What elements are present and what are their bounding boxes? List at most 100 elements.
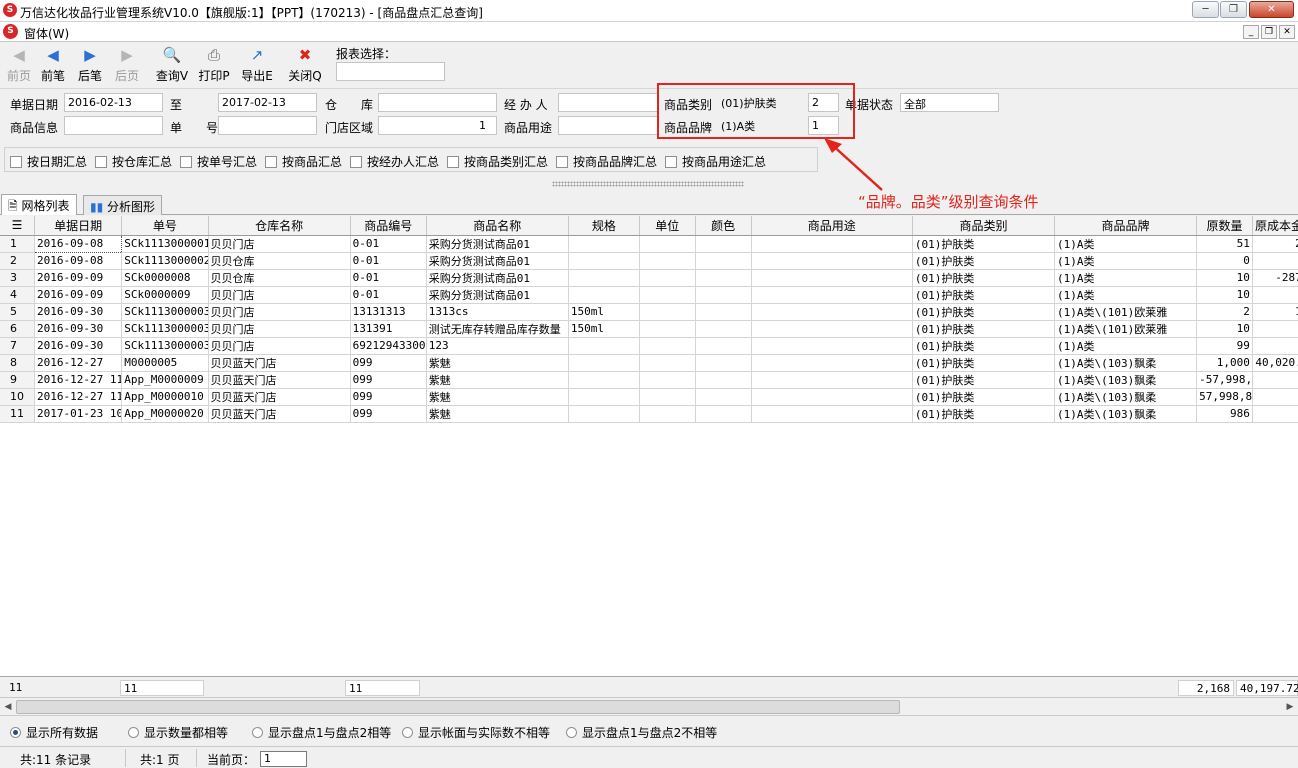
table-cell[interactable]: SCk1113000003 <box>121 303 209 321</box>
table-cell[interactable]: 0 <box>1252 371 1298 389</box>
table-cell[interactable] <box>639 320 696 338</box>
table-cell[interactable]: (01)护肤类 <box>912 388 1056 406</box>
menu-window[interactable]: 窗体(W) <box>24 25 69 42</box>
table-cell[interactable] <box>639 235 696 253</box>
col-header[interactable]: 单号 <box>121 216 209 236</box>
table-cell[interactable]: (1)A类\(103)飘柔 <box>1054 388 1198 406</box>
table-cell[interactable]: 0 <box>1252 320 1298 338</box>
product-info-input[interactable] <box>64 116 163 135</box>
group-by-docno-checkbox[interactable]: 按单号汇总 <box>180 153 257 170</box>
table-cell[interactable]: 2016-12-27 11 <box>34 371 123 389</box>
table-cell[interactable]: 0-01 <box>350 252 427 270</box>
close-window-button[interactable]: ✕ <box>1249 1 1294 18</box>
table-cell[interactable] <box>695 354 752 372</box>
col-header[interactable]: 商品名称 <box>426 216 569 236</box>
table-cell[interactable]: (01)护肤类 <box>912 235 1056 253</box>
scroll-right-icon[interactable]: ▶ <box>1283 701 1297 714</box>
group-by-warehouse-checkbox[interactable]: 按仓库汇总 <box>95 153 172 170</box>
table-cell[interactable]: App_M0000010 <box>121 388 209 406</box>
table-cell[interactable]: 贝贝蓝天门店 <box>208 354 351 372</box>
table-row[interactable]: 9 2016-12-27 11 App_M0000009 贝贝蓝天门店 099 紫魅 (01… <box>0 371 1298 389</box>
table-cell[interactable]: (01)护肤类 <box>912 371 1056 389</box>
col-header[interactable]: 原数量 <box>1196 216 1253 236</box>
table-cell[interactable] <box>695 269 752 287</box>
table-cell[interactable] <box>751 405 913 423</box>
table-cell[interactable]: (01)护肤类 <box>912 405 1056 423</box>
panel-splitter[interactable] <box>552 181 744 187</box>
table-cell[interactable]: 贝贝门店 <box>208 235 351 253</box>
table-cell[interactable]: 0-01 <box>350 286 427 304</box>
scroll-left-icon[interactable]: ◀ <box>1 701 15 714</box>
col-header[interactable]: 单位 <box>639 216 696 236</box>
table-cell[interactable]: 贝贝门店 <box>208 303 351 321</box>
doc-no-input[interactable] <box>218 116 317 135</box>
table-cell[interactable]: 2016-12-27 11 <box>34 388 123 406</box>
report-select-input[interactable] <box>336 62 445 81</box>
table-cell[interactable]: (01)护肤类 <box>912 337 1056 355</box>
table-cell[interactable]: 0 <box>1252 252 1298 270</box>
table-cell[interactable]: SCk1113000003 <box>121 320 209 338</box>
table-cell[interactable]: 2016-09-08 <box>34 252 123 270</box>
table-cell[interactable]: 贝贝仓库 <box>208 252 351 270</box>
table-cell[interactable] <box>639 371 696 389</box>
table-cell[interactable]: 1,000 <box>1196 354 1253 372</box>
table-cell[interactable]: 2016-12-27 <box>34 354 123 372</box>
table-cell[interactable] <box>568 269 640 287</box>
table-cell[interactable]: 10 <box>1196 320 1253 338</box>
table-cell[interactable]: 贝贝蓝天门店 <box>208 371 351 389</box>
table-cell[interactable]: (1)A类\(101)欧莱雅 <box>1054 320 1198 338</box>
col-header[interactable]: 商品品牌 <box>1054 216 1198 236</box>
minimize-button[interactable]: ─ <box>1192 1 1219 18</box>
table-cell[interactable] <box>639 286 696 304</box>
table-cell[interactable]: 150ml <box>568 320 640 338</box>
table-row[interactable]: 1 2016-09-08 SCk1113000001 贝贝门店 0-01 采购分货测试商品… <box>0 234 1298 253</box>
table-cell[interactable]: 2016-09-30 <box>34 320 123 338</box>
table-cell[interactable]: 测试无库存转赠品库存数量 <box>426 320 569 338</box>
table-cell[interactable] <box>568 252 640 270</box>
data-grid[interactable]: ☰ 单据日期 单号 仓库名称 商品编号 商品名称 规格 单位 颜色 商品用途 商… <box>0 216 1298 677</box>
tab-analysis-chart[interactable]: ▮▮ 分析图形 <box>83 195 163 215</box>
table-cell[interactable] <box>751 337 913 355</box>
table-cell[interactable]: 贝贝门店 <box>208 337 351 355</box>
table-cell[interactable]: 099 <box>350 354 427 372</box>
table-cell[interactable] <box>751 354 913 372</box>
table-cell[interactable]: 0 <box>1252 337 1298 355</box>
col-header[interactable]: 商品用途 <box>751 216 913 236</box>
table-cell[interactable]: (1)A类\(103)飘柔 <box>1054 371 1198 389</box>
handler-input[interactable] <box>558 93 658 112</box>
table-cell[interactable] <box>751 388 913 406</box>
table-cell[interactable]: (1)A类\(103)飘柔 <box>1054 354 1198 372</box>
table-cell[interactable] <box>751 320 913 338</box>
radio-book-ne-actual[interactable]: 显示帐面与实际数不相等 <box>402 724 550 741</box>
table-cell[interactable]: SCk0000008 <box>121 269 209 287</box>
mdi-restore-button[interactable]: ❐ <box>1261 25 1277 39</box>
table-cell[interactable]: 099 <box>350 405 427 423</box>
table-cell[interactable]: 131391 <box>350 320 427 338</box>
table-cell[interactable] <box>639 388 696 406</box>
table-cell[interactable]: 采购分货测试商品01 <box>426 269 569 287</box>
radio-qty-equal[interactable]: 显示数量都相等 <box>128 724 228 741</box>
col-header[interactable]: 原成本金额 <box>1252 216 1298 236</box>
table-row[interactable]: 5 2016-09-30 SCk1113000003 贝贝门店 13131313 1313… <box>0 303 1298 321</box>
table-cell[interactable]: 贝贝仓库 <box>208 269 351 287</box>
table-row[interactable]: 6 2016-09-30 SCk1113000003 贝贝门店 131391 测试无库存转… <box>0 320 1298 338</box>
table-row[interactable]: 3 2016-09-09 SCk0000008 贝贝仓库 0-01 采购分货测试商品01 (… <box>0 269 1298 287</box>
doc-status-select[interactable]: 全部 <box>900 93 999 112</box>
table-cell[interactable]: SCk1113000002 <box>121 252 209 270</box>
col-header[interactable]: 规格 <box>568 216 640 236</box>
table-cell[interactable]: App_M0000020 <box>121 405 209 423</box>
table-cell[interactable]: 10 <box>1196 269 1253 287</box>
table-cell[interactable]: (01)护肤类 <box>912 252 1056 270</box>
date-to-input[interactable]: 2017-02-13 <box>218 93 317 112</box>
table-cell[interactable]: 2017-01-23 10 <box>34 405 123 423</box>
table-cell[interactable]: 40,020.22 <box>1252 354 1298 372</box>
table-cell[interactable]: 150ml <box>568 303 640 321</box>
table-cell[interactable]: (01)护肤类 <box>912 303 1056 321</box>
table-cell[interactable]: 2016-09-30 <box>34 303 123 321</box>
horizontal-scrollbar[interactable]: ◀ ▶ <box>0 699 1298 716</box>
tab-grid-list[interactable]: 🗎 网格列表 <box>1 194 77 215</box>
prev-record-button[interactable]: ◀ 前笔 <box>34 46 72 86</box>
table-cell[interactable]: (1)A类 <box>1054 337 1198 355</box>
table-cell[interactable] <box>568 235 640 253</box>
table-cell[interactable]: 紫魅 <box>426 388 569 406</box>
